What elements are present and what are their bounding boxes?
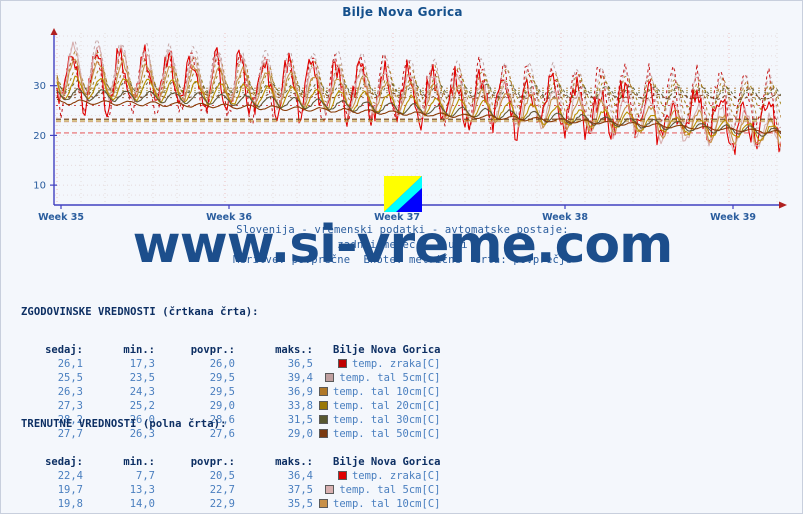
col-min: min.: [123, 456, 155, 468]
subtitle-line-2: zadnji mesec / 2 uri [337, 239, 468, 251]
cell-sedaj: 22,4 [57, 470, 83, 482]
col-maks: maks.: [275, 456, 313, 468]
cell-sedaj: 25,5 [57, 372, 83, 384]
legend-entry: temp. tal 10cm[C] [313, 497, 440, 511]
table-row: 22,4 7,7 20,5 36,4 temp. zraka[C] [21, 469, 441, 483]
cell-povpr: 20,5 [209, 470, 235, 482]
cell-sedaj: 19,8 [57, 498, 83, 510]
cell-min: 7,7 [136, 470, 155, 482]
col-povpr: povpr.: [190, 456, 235, 468]
weather-chart-page: Bilje Nova Gorica www.si-vreme.com 10203… [0, 0, 803, 514]
svg-text:20: 20 [33, 131, 46, 142]
legend-entry: temp. tal 5cm[C] [313, 371, 440, 385]
legend-entry: temp. zraka[C] [313, 357, 440, 371]
current-values-block: TRENUTNE VREDNOSTI (polna črta): sedaj: … [21, 394, 441, 513]
col-min: min.: [123, 344, 155, 356]
si-vreme-logo [384, 176, 422, 212]
table-row: 19,7 13,3 22,7 37,5 temp. tal 5cm[C] [21, 483, 441, 497]
col-povpr: povpr.: [190, 344, 235, 356]
col-maks: maks.: [275, 344, 313, 356]
cell-maks: 39,4 [287, 372, 313, 384]
table-row: 25,5 23,5 29,5 39,4 temp. tal 5cm[C] [21, 371, 441, 385]
cell-povpr: 26,0 [209, 358, 235, 370]
svg-text:Week 38: Week 38 [542, 212, 588, 221]
current-table: sedaj: min.: povpr.: maks.: Bilje Nova G… [21, 456, 441, 513]
col-sedaj: sedaj: [45, 456, 83, 468]
legend-color-swatch [325, 485, 335, 494]
chart-subtitle: Slovenija - vremenski podatki - avtomats… [1, 223, 802, 268]
cell-min: 17,3 [129, 358, 155, 370]
svg-text:Week 36: Week 36 [206, 212, 252, 221]
cell-sedaj: 26,1 [57, 358, 83, 370]
table-header-row: sedaj: min.: povpr.: maks.: Bilje Nova G… [21, 344, 440, 357]
legend-entry: temp. zraka[C] [313, 469, 440, 483]
legend-label: temp. tal 10cm[C] [333, 498, 441, 510]
svg-text:Week 39: Week 39 [710, 212, 756, 221]
col-series: Bilje Nova Gorica [333, 344, 441, 356]
col-series: Bilje Nova Gorica [333, 456, 441, 468]
legend-label: temp. tal 5cm[C] [339, 372, 441, 384]
legend-color-swatch [337, 359, 347, 368]
cell-maks: 35,5 [287, 498, 313, 510]
cell-povpr: 22,9 [209, 498, 235, 510]
legend-label: temp. tal 5cm[C] [339, 484, 441, 496]
cell-maks: 36,4 [287, 470, 313, 482]
cell-min: 13,3 [129, 484, 155, 496]
current-heading: TRENUTNE VREDNOSTI (polna črta): [21, 418, 227, 430]
legend-color-swatch [319, 499, 328, 508]
svg-text:Week 35: Week 35 [38, 212, 84, 221]
table-header-row: sedaj: min.: povpr.: maks.: Bilje Nova G… [21, 456, 440, 469]
table-row: 19,8 14,0 22,9 35,5 temp. tal 10cm[C] [21, 497, 441, 511]
cell-min: 14,0 [129, 498, 155, 510]
cell-maks: 37,5 [287, 484, 313, 496]
legend-label: temp. zraka[C] [351, 358, 441, 370]
subtitle-line-1: Slovenija - vremenski podatki - avtomats… [236, 224, 569, 236]
historical-heading: ZGODOVINSKE VREDNOSTI (črtkana črta): [21, 306, 259, 318]
legend-color-swatch [325, 373, 335, 382]
page-title: Bilje Nova Gorica [342, 5, 463, 19]
cell-povpr: 22,7 [209, 484, 235, 496]
legend-label: temp. zraka[C] [351, 470, 441, 482]
table-row: 26,1 17,3 26,0 36,5 temp. zraka[C] [21, 357, 441, 371]
col-sedaj: sedaj: [45, 344, 83, 356]
current-table-body: 22,4 7,7 20,5 36,4 temp. zraka[C] 19,7 13,3 22,… [21, 469, 441, 513]
cell-min: 23,5 [129, 372, 155, 384]
subtitle-line-3: Meritve: povprečne Enote: metrične Črta:… [232, 254, 573, 266]
legend-entry: temp. tal 5cm[C] [313, 483, 440, 497]
legend-color-swatch [337, 471, 347, 480]
svg-text:30: 30 [33, 81, 46, 92]
svg-text:Week 37: Week 37 [374, 212, 420, 221]
cell-sedaj: 19,7 [57, 484, 83, 496]
svg-text:10: 10 [33, 181, 46, 192]
cell-maks: 36,5 [287, 358, 313, 370]
cell-povpr: 29,5 [209, 372, 235, 384]
